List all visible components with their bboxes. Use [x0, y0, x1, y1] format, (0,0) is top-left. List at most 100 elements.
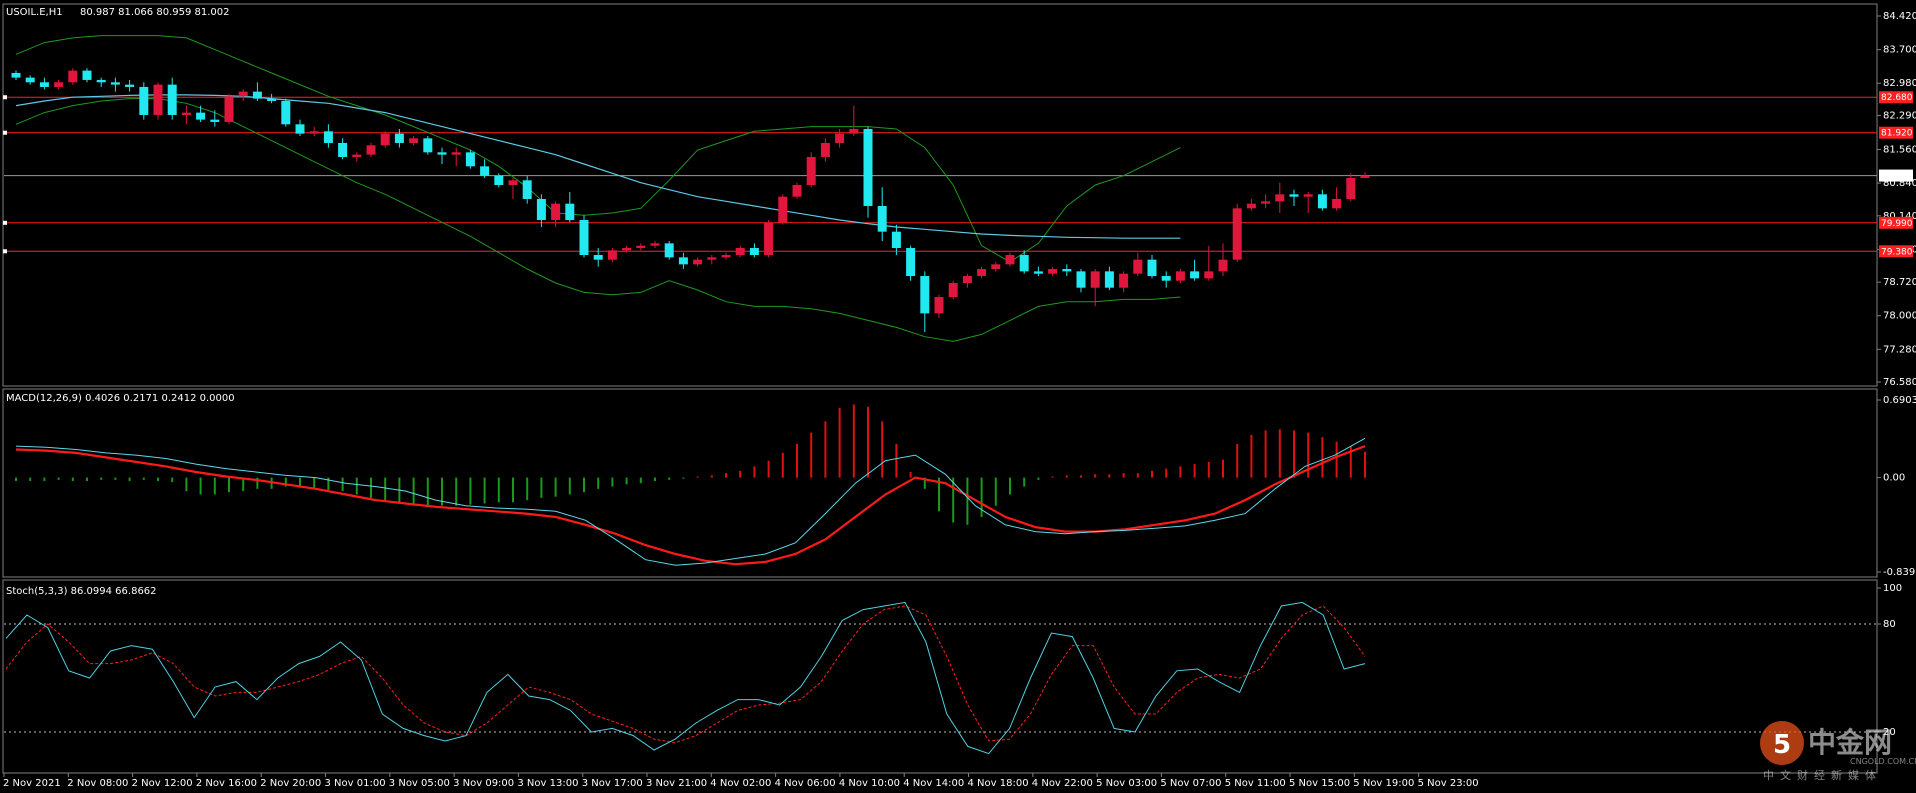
candle-body: [1360, 175, 1370, 178]
candle-body: [962, 276, 972, 284]
time-tick-label: 4 Nov 14:00: [903, 778, 964, 789]
candle-body: [25, 77, 35, 83]
candle-body: [622, 248, 632, 251]
price-ytick-label: 84.420: [1883, 11, 1916, 22]
level-price-label: 82.680: [1881, 93, 1913, 103]
candle-body: [806, 156, 816, 185]
candle-body: [1218, 259, 1228, 272]
level-anchor-marker: [3, 95, 7, 100]
candle-body: [948, 283, 958, 298]
level-anchor-marker: [3, 130, 7, 135]
time-tick-label: 3 Nov 01:00: [325, 778, 386, 789]
stoch-ytick-label: 100: [1883, 583, 1902, 594]
time-tick-label: 3 Nov 13:00: [517, 778, 578, 789]
time-tick-label: 5 Nov 11:00: [1225, 778, 1286, 789]
time-tick-label: 4 Nov 22:00: [1032, 778, 1093, 789]
candle-body: [352, 154, 362, 157]
candle-body: [1232, 208, 1242, 260]
candle-body: [508, 180, 518, 185]
candle-body: [693, 259, 703, 265]
candle-body: [764, 222, 774, 256]
candle-body: [139, 86, 149, 115]
candle-body: [238, 91, 248, 97]
level-price-label: 79.990: [1881, 219, 1913, 229]
candle-body: [338, 142, 348, 157]
candle-body: [96, 79, 106, 83]
candle-body: [877, 206, 887, 232]
candle-body: [1246, 203, 1256, 209]
time-tick-label: 3 Nov 21:00: [646, 778, 707, 789]
time-tick-label: 5 Nov 03:00: [1096, 778, 1157, 789]
candle-body: [409, 138, 419, 143]
candle-body: [125, 84, 135, 87]
level-anchor-marker: [3, 249, 7, 254]
candle-body: [281, 100, 291, 125]
price-ytick-label: 78.000: [1883, 311, 1916, 322]
time-tick-label: 5 Nov 15:00: [1289, 778, 1350, 789]
candle-body: [522, 180, 532, 199]
candle-body: [1005, 255, 1015, 265]
candle-body: [1175, 271, 1185, 281]
candle-body: [1076, 271, 1086, 288]
candle-body: [153, 84, 163, 115]
candle-body: [735, 248, 745, 256]
candle-body: [1147, 259, 1157, 277]
watermark-logo-glyph: 5: [1773, 730, 1791, 760]
price-ytick-label: 78.720: [1883, 277, 1916, 288]
candle-body: [480, 166, 490, 176]
stoch-ytick-label: 80: [1883, 619, 1896, 630]
candle-body: [437, 152, 447, 155]
candle-body: [39, 82, 49, 87]
candle-body: [1332, 199, 1342, 209]
candle-body: [210, 119, 220, 122]
candle-body: [835, 133, 845, 143]
time-tick-label: 5 Nov 07:00: [1160, 778, 1221, 789]
price-ytick-label: 83.700: [1883, 45, 1916, 56]
time-tick-label: 3 Nov 09:00: [453, 778, 514, 789]
watermark-tagline: 中文财经新媒体: [1763, 768, 1882, 782]
candle-body: [1048, 269, 1058, 274]
price-chart-title: USOIL.E,H1: [6, 7, 63, 18]
current-price-label: 81.002: [1881, 172, 1913, 182]
time-tick-label: 2 Nov 2021: [3, 778, 61, 789]
candle-body: [650, 243, 660, 246]
candle-body: [536, 199, 546, 221]
candle-body: [181, 112, 191, 115]
candle-body: [863, 128, 873, 207]
time-tick-label: 2 Nov 08:00: [67, 778, 128, 789]
level-anchor-marker: [3, 220, 7, 225]
candle-body: [423, 138, 433, 153]
level-price-label: 79.380: [1881, 247, 1913, 257]
candle-body: [1275, 194, 1285, 202]
candle-body: [607, 250, 617, 260]
chart-svg: 84.42083.70082.98082.29081.56080.84080.1…: [0, 0, 1916, 793]
candle-body: [323, 131, 333, 143]
candle-body: [1317, 194, 1327, 209]
candle-body: [82, 70, 92, 80]
candle-body: [1090, 271, 1100, 288]
level-price-label: 81.920: [1881, 129, 1913, 139]
candle-body: [380, 133, 390, 146]
candle-body: [920, 276, 930, 314]
time-tick-label: 3 Nov 05:00: [389, 778, 450, 789]
candle-body: [1303, 194, 1313, 197]
time-tick-label: 3 Nov 17:00: [582, 778, 643, 789]
candle-body: [1033, 271, 1043, 274]
candle-body: [906, 248, 916, 277]
price-ytick-label: 76.580: [1883, 377, 1916, 388]
price-ytick-label: 77.280: [1883, 344, 1916, 355]
candle-body: [494, 175, 504, 185]
candle-body: [309, 131, 319, 134]
time-tick-label: 4 Nov 10:00: [839, 778, 900, 789]
time-tick-label: 4 Nov 06:00: [775, 778, 836, 789]
candle-body: [977, 269, 987, 277]
candle-body: [1289, 194, 1299, 197]
candle-body: [196, 112, 206, 120]
candle-body: [1119, 273, 1129, 288]
macd-title: MACD(12,26,9) 0.4026 0.2171 0.2412 0.000…: [6, 393, 235, 404]
candle-body: [579, 220, 589, 256]
candle-body: [565, 203, 575, 221]
candle-body: [749, 248, 759, 256]
candle-body: [1346, 177, 1356, 199]
candle-body: [295, 124, 305, 134]
